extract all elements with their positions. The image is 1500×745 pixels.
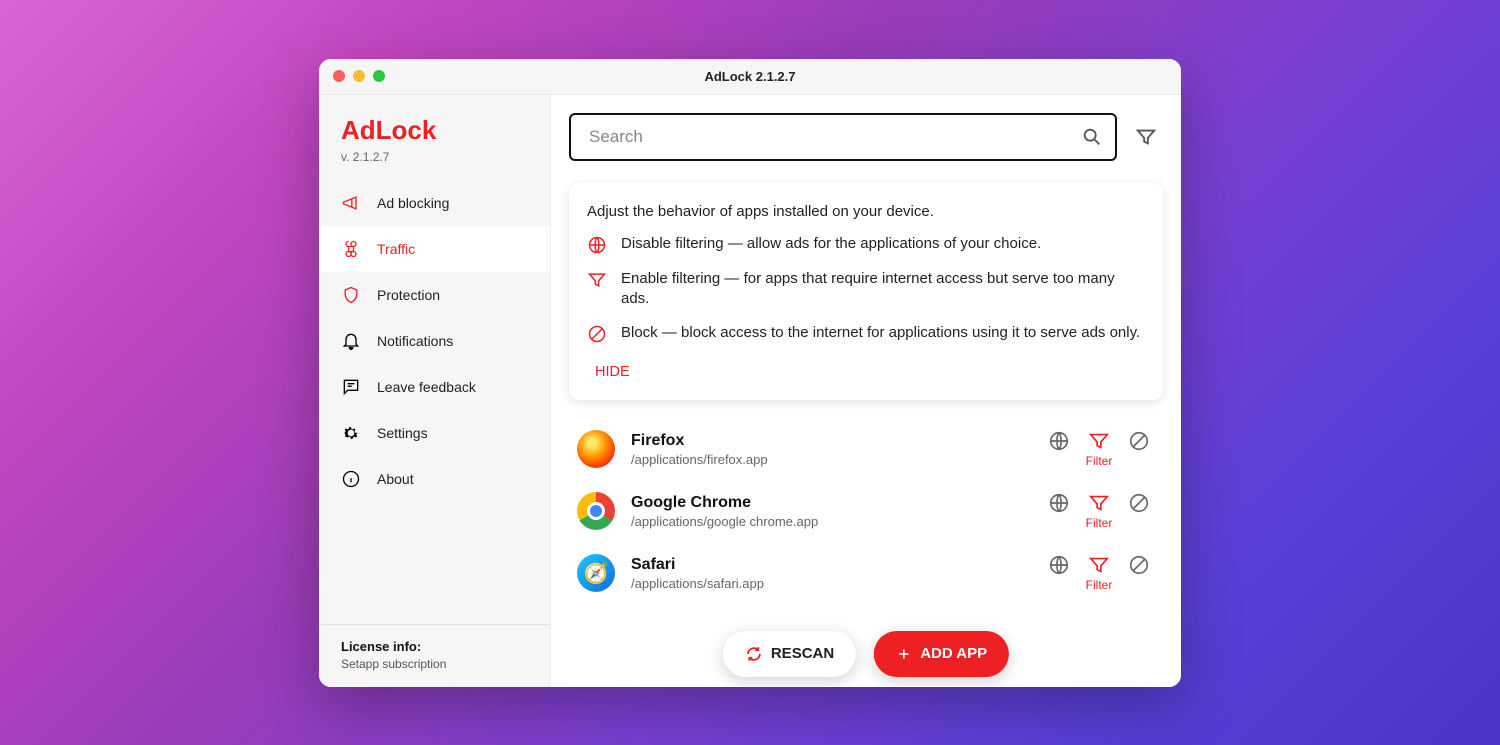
search-wrap [569,113,1117,161]
content-scroll[interactable]: Adjust the behavior of apps installed on… [551,173,1181,687]
info-row-block: Block — block access to the internet for… [587,323,1145,344]
chat-icon [341,377,361,397]
search-icon[interactable] [1081,126,1103,148]
info-text: Enable filtering — for apps that require… [621,269,1145,310]
action-label: Filter [1086,578,1113,592]
app-info: Firefox /applications/firefox.app [631,432,1045,467]
main-panel: Adjust the behavior of apps installed on… [551,95,1181,687]
titlebar: AdLock 2.1.2.7 [319,59,1181,95]
license-info: License info: Setapp subscription [319,624,550,687]
sidebar-item-label: Ad blocking [377,195,449,211]
app-row: Firefox /applications/firefox.app Filter [569,418,1163,480]
action-block[interactable] [1125,492,1153,514]
info-text: Disable filtering — allow ads for the ap… [621,234,1041,255]
action-label: Filter [1086,516,1113,530]
action-disable[interactable] [1045,492,1073,514]
info-heading: Adjust the behavior of apps installed on… [587,203,1145,220]
sidebar-item-about[interactable]: About [319,456,550,502]
block-icon [587,324,607,344]
window-title: AdLock 2.1.2.7 [319,69,1181,84]
info-row-disable: Disable filtering — allow ads for the ap… [587,234,1145,255]
app-name: Firefox [631,432,1045,450]
traffic-lights [319,70,385,82]
funnel-icon[interactable] [1135,126,1157,148]
action-filter[interactable]: Filter [1085,492,1113,530]
sidebar-item-label: Settings [377,425,428,441]
sidebar: AdLock v. 2.1.2.7 Ad blocking Traffic Pr… [319,95,551,687]
action-filter[interactable]: Filter [1085,554,1113,592]
action-disable[interactable] [1045,554,1073,576]
brand: AdLock v. 2.1.2.7 [319,95,550,168]
searchbar [551,95,1181,173]
sidebar-item-label: About [377,471,414,487]
app-row: Google Chrome /applications/google chrom… [569,480,1163,542]
sidebar-item-label: Protection [377,287,440,303]
action-block[interactable] [1125,430,1153,452]
brand-name: AdLock [341,115,528,146]
sidebar-item-label: Notifications [377,333,453,349]
search-input[interactable] [589,127,1081,147]
app-info: Google Chrome /applications/google chrom… [631,494,1045,529]
app-info: Safari /applications/safari.app [631,556,1045,591]
maximize-window-button[interactable] [373,70,385,82]
command-icon [341,239,361,259]
sidebar-item-protection[interactable]: Protection [319,272,550,318]
sidebar-item-label: Leave feedback [377,379,476,395]
app-path: /applications/safari.app [631,576,1045,591]
app-name: Safari [631,556,1045,574]
app-name: Google Chrome [631,494,1045,512]
shield-icon [341,285,361,305]
info-text: Block — block access to the internet for… [621,323,1140,344]
nav: Ad blocking Traffic Protection Notificat… [319,180,550,624]
action-disable[interactable] [1045,430,1073,452]
megaphone-icon [341,193,361,213]
info-row-enable: Enable filtering — for apps that require… [587,269,1145,310]
rescan-label: RESCAN [771,645,834,662]
app-path: /applications/google chrome.app [631,514,1045,529]
chrome-icon [577,492,615,530]
bell-icon [341,331,361,351]
close-window-button[interactable] [333,70,345,82]
rescan-button[interactable]: RESCAN [723,631,856,677]
app-path: /applications/firefox.app [631,452,1045,467]
sidebar-item-settings[interactable]: Settings [319,410,550,456]
app-actions: Filter [1045,430,1153,468]
globe-icon [587,235,607,255]
brand-version: v. 2.1.2.7 [341,150,528,164]
sidebar-item-label: Traffic [377,241,415,257]
sidebar-item-traffic[interactable]: Traffic [319,226,550,272]
add-app-label: ADD APP [920,645,987,662]
hide-button[interactable]: HIDE [587,358,638,386]
sidebar-item-notifications[interactable]: Notifications [319,318,550,364]
action-filter[interactable]: Filter [1085,430,1113,468]
sidebar-item-feedback[interactable]: Leave feedback [319,364,550,410]
sidebar-item-ad-blocking[interactable]: Ad blocking [319,180,550,226]
add-app-button[interactable]: ADD APP [874,631,1009,677]
action-block[interactable] [1125,554,1153,576]
info-card: Adjust the behavior of apps installed on… [569,183,1163,401]
app-actions: Filter [1045,554,1153,592]
app-window: AdLock 2.1.2.7 AdLock v. 2.1.2.7 Ad bloc… [319,59,1181,687]
app-row: Safari /applications/safari.app Filter [569,542,1163,604]
minimize-window-button[interactable] [353,70,365,82]
app-actions: Filter [1045,492,1153,530]
safari-icon [577,554,615,592]
gear-icon [341,423,361,443]
floating-actions: RESCAN ADD APP [723,631,1009,677]
info-icon [341,469,361,489]
action-label: Filter [1086,454,1113,468]
firefox-icon [577,430,615,468]
license-subtitle: Setapp subscription [341,657,528,671]
license-title: License info: [341,639,528,654]
funnel-icon [587,270,607,290]
